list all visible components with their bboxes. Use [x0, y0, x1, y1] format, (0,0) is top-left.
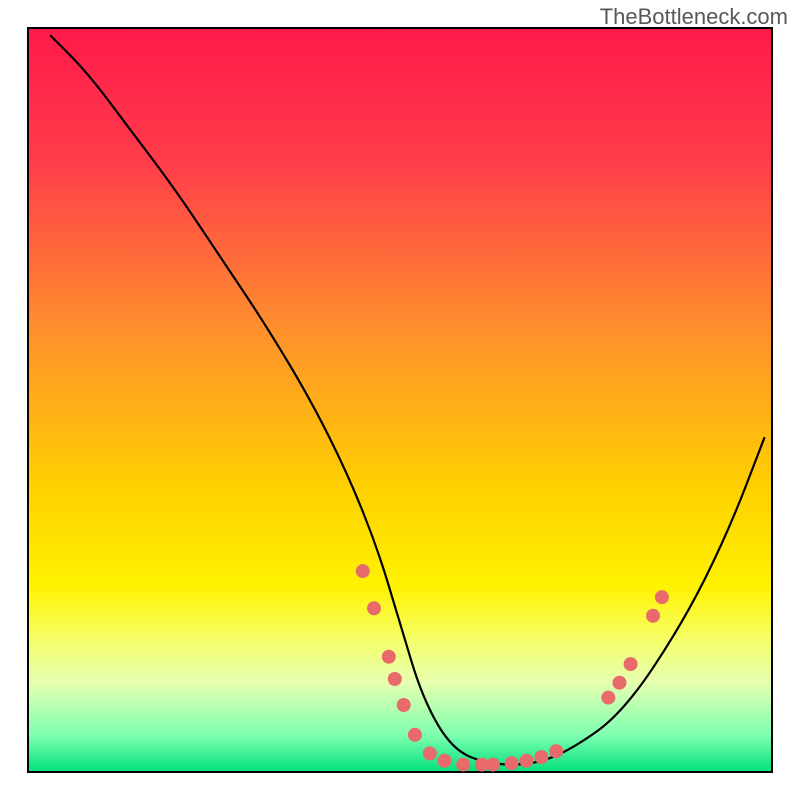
data-point: [486, 758, 500, 772]
data-point: [423, 746, 437, 760]
data-point: [505, 756, 519, 770]
data-point: [624, 657, 638, 671]
plot-background: [28, 28, 772, 772]
data-point: [388, 672, 402, 686]
data-point: [367, 601, 381, 615]
watermark-text: TheBottleneck.com: [600, 4, 788, 30]
data-point: [356, 564, 370, 578]
data-point: [549, 744, 563, 758]
data-point: [613, 676, 627, 690]
data-point: [646, 609, 660, 623]
data-point: [655, 590, 669, 604]
data-point: [382, 650, 396, 664]
data-point: [534, 750, 548, 764]
data-point: [438, 754, 452, 768]
data-point: [601, 691, 615, 705]
data-point: [408, 728, 422, 742]
data-point: [520, 754, 534, 768]
chart-container: { "watermark": "TheBottleneck.com", "cha…: [0, 0, 800, 800]
chart-svg: [0, 0, 800, 800]
data-point: [397, 698, 411, 712]
data-point: [456, 758, 470, 772]
